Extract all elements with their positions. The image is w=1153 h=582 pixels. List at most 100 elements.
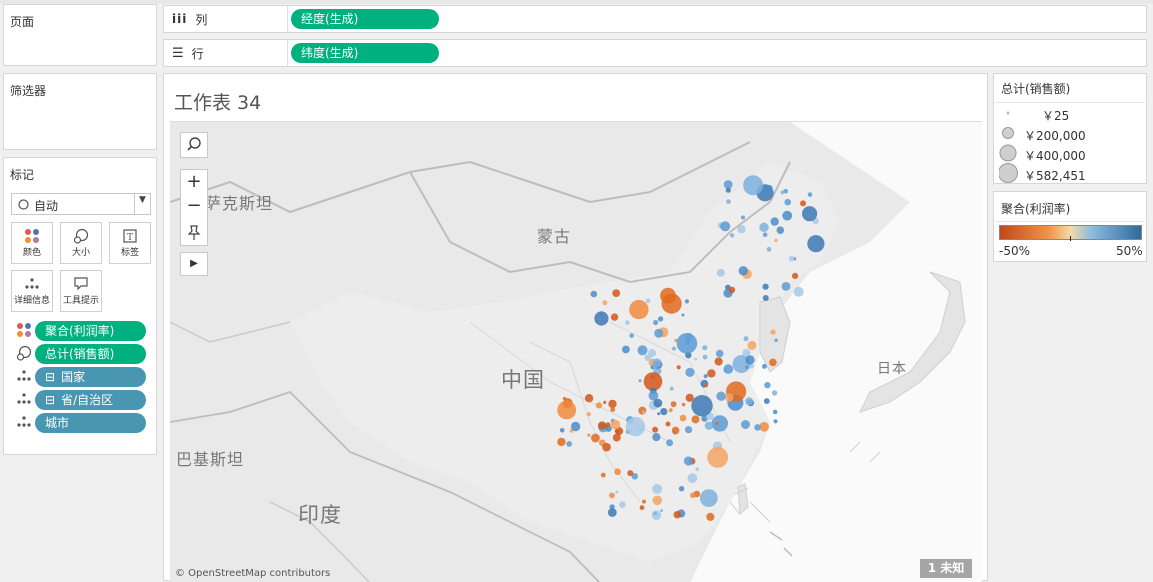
size-legend[interactable]: 总计(销售额) ￥25 ￥200,000 ￥400,000 ￥582,451 bbox=[993, 73, 1147, 184]
city-bubble[interactable] bbox=[762, 364, 767, 369]
city-bubble[interactable] bbox=[629, 299, 649, 320]
map-area[interactable]: 哈萨克斯坦 蒙古 中国 巴基斯坦 印度 日本 + − ▶ © OpenStree… bbox=[170, 121, 982, 582]
city-bubble[interactable] bbox=[665, 421, 671, 427]
city-bubble[interactable] bbox=[671, 426, 680, 435]
city-bubble[interactable] bbox=[784, 198, 791, 206]
city-bubble[interactable] bbox=[557, 437, 566, 447]
city-bubble[interactable] bbox=[673, 511, 681, 519]
city-bubble[interactable] bbox=[774, 338, 778, 342]
city-bubble[interactable] bbox=[702, 345, 708, 351]
city-bubble[interactable] bbox=[685, 367, 695, 377]
city-bubble[interactable] bbox=[652, 495, 663, 506]
city-bubble[interactable] bbox=[660, 509, 664, 513]
city-bubble[interactable] bbox=[587, 433, 591, 437]
field-pill-province[interactable]: ⊟ 省/自治区 bbox=[35, 390, 146, 410]
city-bubble[interactable] bbox=[609, 492, 615, 499]
zoom-out-button[interactable]: − bbox=[181, 195, 207, 220]
city-bubble[interactable] bbox=[645, 298, 651, 304]
city-bubble[interactable] bbox=[559, 428, 565, 433]
city-bubble[interactable] bbox=[715, 349, 724, 358]
city-bubble[interactable] bbox=[776, 226, 785, 234]
city-bubble[interactable] bbox=[763, 398, 770, 404]
city-bubble[interactable] bbox=[610, 313, 619, 321]
city-bubble[interactable] bbox=[654, 328, 664, 338]
city-bubble[interactable] bbox=[745, 397, 754, 406]
field-pill-country[interactable]: ⊟ 国家 bbox=[35, 367, 146, 387]
columns-shelf[interactable]: iii 列 经度(生成) bbox=[163, 5, 1147, 33]
zoom-in-button[interactable]: + bbox=[181, 170, 207, 195]
city-bubble[interactable] bbox=[741, 215, 745, 220]
city-bubble[interactable] bbox=[653, 319, 659, 326]
city-bubble[interactable] bbox=[723, 364, 734, 374]
city-bubble[interactable] bbox=[668, 408, 673, 413]
city-bubble[interactable] bbox=[590, 290, 598, 298]
city-bubble[interactable] bbox=[642, 499, 646, 504]
rows-pill-latitude[interactable]: 纬度(生成) bbox=[291, 43, 439, 63]
city-bubble[interactable] bbox=[714, 357, 723, 366]
city-bubble[interactable] bbox=[745, 355, 755, 365]
city-bubble[interactable] bbox=[670, 401, 677, 408]
city-bubble[interactable] bbox=[738, 266, 748, 276]
city-bubble[interactable] bbox=[597, 421, 607, 430]
city-bubble[interactable] bbox=[743, 336, 749, 342]
city-bubble[interactable] bbox=[584, 394, 594, 403]
city-bubble[interactable] bbox=[792, 272, 799, 279]
city-bubble[interactable] bbox=[674, 338, 678, 342]
city-bubble[interactable] bbox=[653, 398, 663, 408]
city-bubble[interactable] bbox=[676, 333, 698, 354]
city-bubble[interactable] bbox=[652, 358, 662, 368]
city-bubble[interactable] bbox=[679, 414, 687, 422]
city-bubble[interactable] bbox=[699, 489, 718, 507]
city-bubble[interactable] bbox=[660, 287, 676, 304]
city-bubble[interactable] bbox=[725, 187, 731, 193]
city-bubble[interactable] bbox=[802, 206, 818, 222]
city-bubble[interactable] bbox=[774, 238, 778, 243]
city-bubble[interactable] bbox=[625, 417, 646, 437]
pin-button[interactable] bbox=[181, 220, 207, 245]
city-bubble[interactable] bbox=[610, 419, 621, 430]
columns-pill-longitude[interactable]: 经度(生成) bbox=[291, 9, 439, 29]
city-bubble[interactable] bbox=[683, 456, 694, 466]
city-bubble[interactable] bbox=[619, 501, 626, 509]
city-bubble[interactable] bbox=[807, 192, 813, 197]
city-bubble[interactable] bbox=[570, 421, 581, 432]
city-bubble[interactable] bbox=[605, 422, 611, 428]
city-bubble[interactable] bbox=[652, 484, 663, 494]
city-bubble[interactable] bbox=[769, 358, 777, 367]
city-bubble[interactable] bbox=[759, 222, 769, 232]
city-bubble[interactable] bbox=[652, 433, 661, 442]
city-bubble[interactable] bbox=[743, 175, 764, 196]
city-bubble[interactable] bbox=[762, 283, 769, 290]
city-bubble[interactable] bbox=[627, 470, 634, 477]
city-bubble[interactable] bbox=[684, 299, 690, 304]
city-bubble[interactable] bbox=[657, 412, 661, 416]
detail-button[interactable]: 详细信息 bbox=[11, 270, 53, 312]
city-bubble[interactable] bbox=[566, 441, 573, 447]
size-button[interactable]: 大小 bbox=[60, 222, 102, 264]
mark-type-dropdown[interactable]: 自动 ▼ bbox=[11, 193, 151, 215]
city-bubble[interactable] bbox=[660, 408, 668, 416]
map-expand-toolbar-button[interactable]: ▶ bbox=[180, 252, 208, 276]
city-bubble[interactable] bbox=[685, 426, 693, 434]
city-bubble[interactable] bbox=[724, 393, 734, 402]
tooltip-button[interactable]: 工具提示 bbox=[60, 270, 102, 312]
city-bubble[interactable] bbox=[745, 365, 749, 369]
city-bubble[interactable] bbox=[723, 180, 733, 189]
city-bubble[interactable] bbox=[711, 415, 728, 432]
city-bubble[interactable] bbox=[737, 225, 746, 234]
city-bubble[interactable] bbox=[687, 473, 698, 484]
city-bubble[interactable] bbox=[681, 402, 686, 407]
city-bubble[interactable] bbox=[772, 409, 778, 415]
city-bubble[interactable] bbox=[644, 354, 652, 362]
pages-panel[interactable]: 页面 bbox=[3, 4, 157, 66]
unknown-locations-badge[interactable]: 1 未知 bbox=[920, 559, 972, 578]
city-bubble[interactable] bbox=[728, 286, 736, 294]
city-bubble[interactable] bbox=[658, 316, 664, 322]
city-bubble[interactable] bbox=[610, 407, 616, 412]
collapse-icon[interactable]: ⊟ bbox=[45, 370, 55, 384]
city-bubble[interactable] bbox=[651, 510, 662, 520]
city-bubble[interactable] bbox=[591, 433, 600, 443]
collapse-icon[interactable]: ⊟ bbox=[45, 393, 55, 407]
field-pill-city[interactable]: 城市 bbox=[35, 413, 146, 433]
city-bubble[interactable] bbox=[625, 320, 630, 326]
